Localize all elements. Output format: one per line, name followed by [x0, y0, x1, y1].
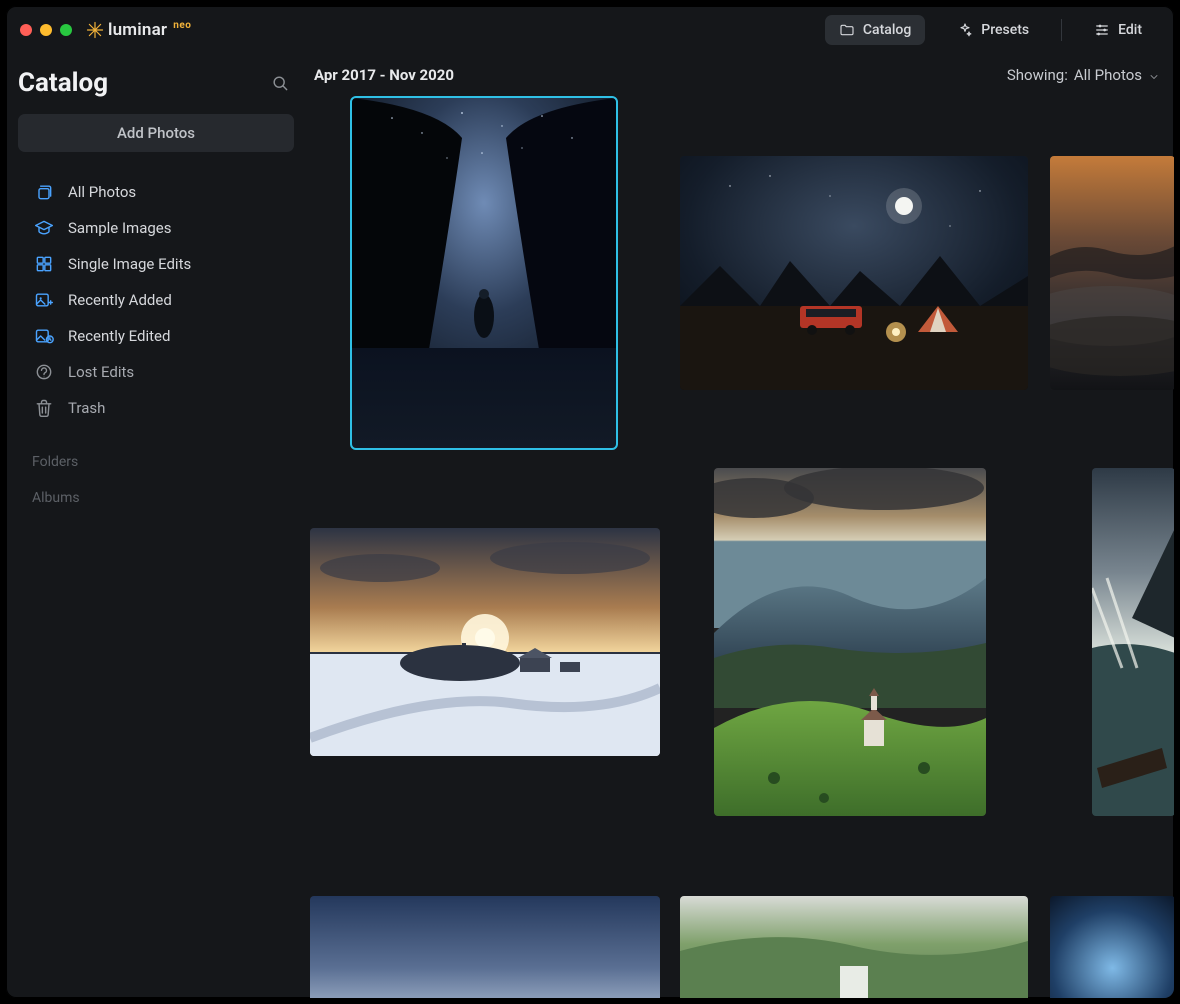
tab-catalog-label: Catalog [863, 22, 911, 38]
page-title: Catalog [18, 68, 108, 98]
image-clock-icon [34, 326, 54, 346]
folder-icon [839, 22, 855, 38]
tab-edit[interactable]: Edit [1080, 15, 1156, 45]
showing-filter[interactable]: Showing: All Photos [1007, 66, 1160, 84]
sidebar-item-label: Recently Edited [68, 327, 170, 345]
sidebar-item-lost-edits[interactable]: Lost Edits [20, 356, 292, 388]
sidebar-item-label: Single Image Edits [68, 255, 191, 273]
sparkle-icon [957, 22, 973, 38]
main-area: Apr 2017 - Nov 2020 Showing: All Photos [306, 54, 1174, 998]
thumbnail-grid [306, 94, 1174, 998]
app-brand-sup: neo [173, 20, 191, 31]
sidebar-item-label: Trash [68, 399, 105, 417]
sidebar-item-recently-added[interactable]: Recently Added [20, 284, 292, 316]
thumbnail-4[interactable] [310, 528, 660, 756]
thumbnail-1[interactable] [352, 98, 616, 448]
thumbnail-7[interactable] [310, 896, 660, 998]
chevron-down-icon [1148, 69, 1160, 81]
tab-presets-label: Presets [981, 22, 1029, 38]
app-window: luminar neo Catalog Presets [6, 6, 1174, 998]
app-brand-name: luminar [108, 20, 167, 40]
app-logo: luminar neo [86, 20, 191, 40]
tab-edit-label: Edit [1118, 22, 1142, 38]
graduation-icon [34, 218, 54, 238]
thumbnail-scroll[interactable] [306, 90, 1174, 998]
date-range: Apr 2017 - Nov 2020 [314, 66, 454, 84]
sidebar-item-label: Sample Images [68, 219, 171, 237]
sidebar-item-label: All Photos [68, 183, 136, 201]
sidebar-item-single-image-edits[interactable]: Single Image Edits [20, 248, 292, 280]
sidebar-item-sample-images[interactable]: Sample Images [20, 212, 292, 244]
grid-icon [34, 254, 54, 274]
minimize-window[interactable] [40, 24, 52, 36]
sidebar-item-all-photos[interactable]: All Photos [20, 176, 292, 208]
tab-divider [1061, 19, 1062, 41]
thumbnail-2[interactable] [680, 156, 1028, 390]
add-photos-button[interactable]: Add Photos [18, 114, 294, 152]
sidebar-item-trash[interactable]: Trash [20, 392, 292, 424]
showing-prefix: Showing: [1007, 66, 1068, 84]
sidebar: Catalog Add Photos All Photos [6, 54, 306, 998]
sidebar-item-label: Recently Added [68, 291, 172, 309]
sliders-icon [1094, 22, 1110, 38]
thumbnail-6[interactable] [1092, 468, 1174, 816]
add-photos-label: Add Photos [117, 124, 195, 142]
sidebar-item-recently-edited[interactable]: Recently Edited [20, 320, 292, 352]
search-icon[interactable] [270, 73, 290, 93]
mode-tabs: Catalog Presets Edit [825, 15, 1156, 45]
trash-icon [34, 398, 54, 418]
thumbnail-5[interactable] [714, 468, 986, 816]
app-body: Catalog Add Photos All Photos [6, 54, 1174, 998]
image-plus-icon [34, 290, 54, 310]
sidebar-item-label: Lost Edits [68, 363, 134, 381]
close-window[interactable] [20, 24, 32, 36]
titlebar: luminar neo Catalog Presets [6, 6, 1174, 54]
lost-icon [34, 362, 54, 382]
spark-icon [86, 21, 104, 39]
main-header: Apr 2017 - Nov 2020 Showing: All Photos [306, 54, 1174, 90]
sidebar-nav: All Photos Sample Images Single Image Ed… [18, 176, 294, 424]
thumbnail-9[interactable] [1050, 896, 1174, 998]
sidebar-section-folders[interactable]: Folders [18, 450, 294, 474]
thumbnail-8[interactable] [680, 896, 1028, 998]
tab-presets[interactable]: Presets [943, 15, 1043, 45]
sidebar-header: Catalog [18, 64, 294, 102]
tab-catalog[interactable]: Catalog [825, 15, 925, 45]
thumbnail-3[interactable] [1050, 156, 1174, 390]
stack-icon [34, 182, 54, 202]
sidebar-section-albums[interactable]: Albums [18, 486, 294, 510]
maximize-window[interactable] [60, 24, 72, 36]
window-controls [20, 24, 72, 36]
showing-value: All Photos [1074, 66, 1142, 84]
